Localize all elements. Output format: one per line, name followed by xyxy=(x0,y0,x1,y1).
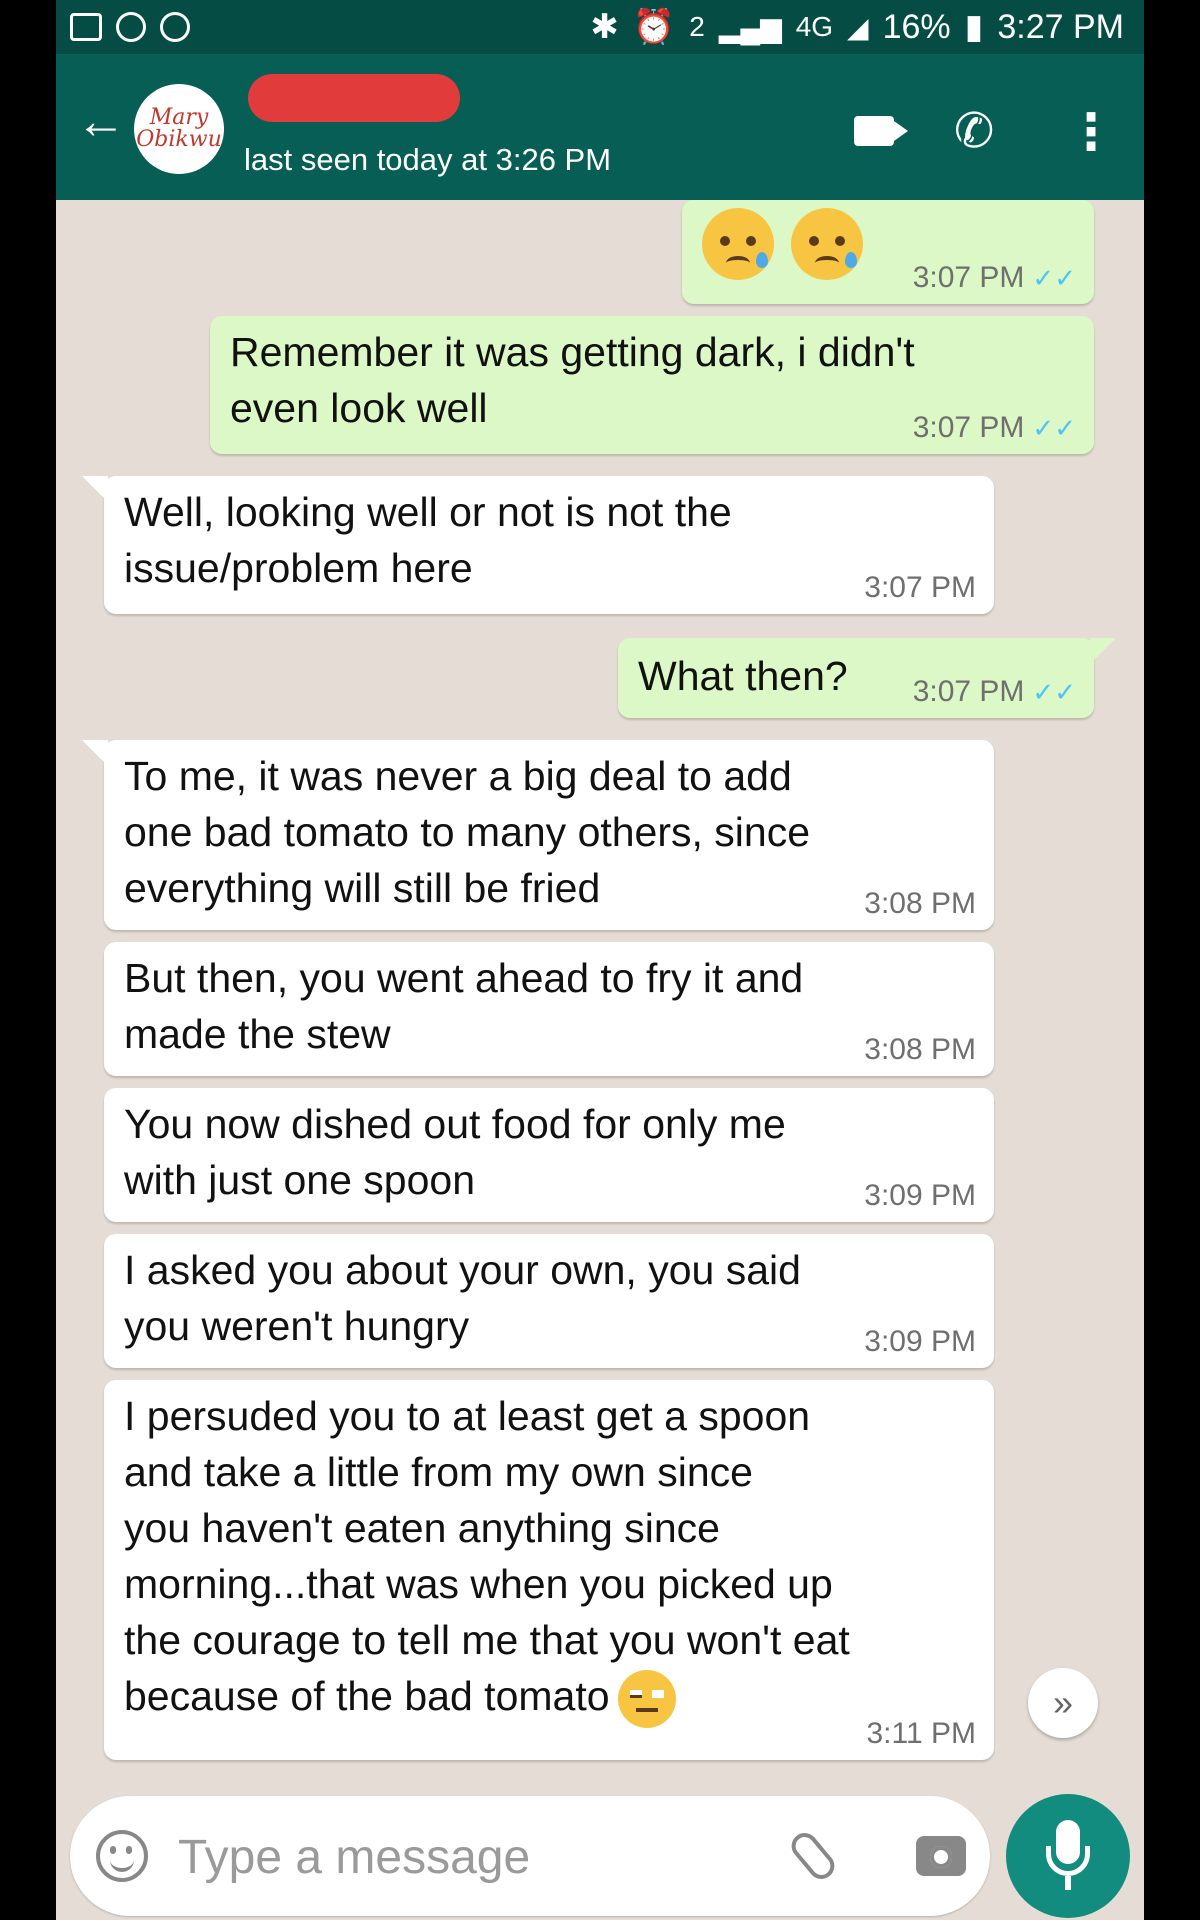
message-line: Well, looking well or not is not the xyxy=(124,489,732,535)
sad-tear-emoji xyxy=(702,208,774,280)
message-time: 3:08 PM xyxy=(864,887,976,920)
message-line: the courage to tell me that you won't ea… xyxy=(124,1617,850,1663)
sad-tear-emoji xyxy=(791,208,864,280)
message-line: made the stew xyxy=(124,1011,391,1057)
bubble-tail xyxy=(82,476,108,502)
message-time: 3:08 PM xyxy=(864,1033,976,1066)
gallery-notification-icon xyxy=(70,13,102,41)
message-time: 3:09 PM xyxy=(864,1325,976,1358)
clock: 3:27 PM xyxy=(997,7,1124,46)
message-bubble-sent[interactable]: 3:07 PM ✓✓ xyxy=(682,200,1094,304)
read-ticks-icon: ✓✓ xyxy=(1032,677,1076,707)
attach-icon[interactable] xyxy=(786,1827,840,1885)
double-chevron-down-icon: » xyxy=(1052,1682,1074,1723)
chat-header: ← Mary Obikwu last seen today at 3:26 PM… xyxy=(56,54,1144,200)
message-bubble-sent[interactable]: Remember it was getting dark, i didn't e… xyxy=(210,316,1094,454)
message-time: 3:07 PM xyxy=(912,675,1025,708)
emoji-picker-icon[interactable] xyxy=(96,1830,148,1882)
message-line: with just one spoon xyxy=(124,1157,476,1203)
unamused-emoji xyxy=(617,1670,676,1729)
signal-icon-2: ◢ xyxy=(847,11,869,43)
message-line: you haven't eaten anything since xyxy=(124,1505,720,1551)
message-bubble-received[interactable]: To me, it was never a big deal to add on… xyxy=(82,740,994,930)
more-options-icon[interactable]: ⋮ xyxy=(1066,104,1116,160)
message-line: issue/problem here xyxy=(124,545,473,591)
message-line: But then, you went ahead to fry it and xyxy=(124,955,804,1001)
message-bubble-sent[interactable]: What then? 3:07 PM ✓✓ xyxy=(618,638,1116,718)
camera-icon[interactable] xyxy=(916,1836,966,1876)
message-line: one bad tomato to many others, since xyxy=(124,809,811,855)
signal-icon: ▂▄▆ xyxy=(718,11,782,43)
message-line: You now dished out food for only me xyxy=(124,1101,786,1147)
status-bar: ✱ ⏰ 2 ▂▄▆ 4G ◢ 16% ▮ 3:27 PM xyxy=(56,0,1144,54)
back-arrow-icon[interactable]: ← xyxy=(76,96,126,146)
message-time: 3:07 PM xyxy=(864,571,976,604)
network-type: 4G xyxy=(795,11,834,42)
message-bubble-received[interactable]: But then, you went ahead to fry it and m… xyxy=(104,942,994,1076)
message-line: and take a little from my own since xyxy=(124,1449,753,1495)
message-time: 3:11 PM xyxy=(866,1717,977,1750)
bluetooth-icon: ✱ xyxy=(590,8,619,46)
chat-screen: ✱ ⏰ 2 ▂▄▆ 4G ◢ 16% ▮ 3:27 PM ← Mary Obik… xyxy=(56,0,1144,1920)
message-line: morning...that was when you picked up xyxy=(124,1561,833,1607)
voice-call-icon[interactable]: ✆ xyxy=(954,102,994,162)
read-ticks-icon: ✓✓ xyxy=(1032,413,1076,443)
avatar[interactable]: Mary Obikwu xyxy=(134,84,224,174)
message-time: 3:07 PM xyxy=(912,411,1025,444)
message-input[interactable] xyxy=(176,1824,740,1890)
scroll-to-bottom-button[interactable]: » xyxy=(1028,1668,1098,1738)
read-ticks-icon: ✓✓ xyxy=(1032,263,1076,293)
last-seen-status: last seen today at 3:26 PM xyxy=(244,142,612,177)
message-composer xyxy=(70,1796,990,1916)
whatsapp-notification-icon xyxy=(116,12,146,42)
message-line: because of the bad tomato xyxy=(124,1673,610,1719)
message-line: I asked you about your own, you said xyxy=(124,1247,801,1293)
battery-percent: 16% xyxy=(882,7,951,46)
bubble-tail xyxy=(1090,638,1116,664)
video-call-icon[interactable] xyxy=(854,116,894,146)
message-line: Remember it was getting dark, i didn't xyxy=(230,329,915,375)
message-line: you weren't hungry xyxy=(124,1303,470,1349)
message-bubble-received[interactable]: I asked you about your own, you said you… xyxy=(104,1234,994,1368)
message-line: everything will still be fried xyxy=(124,865,601,911)
battery-icon: ▮ xyxy=(964,8,984,46)
sim-indicator: 2 xyxy=(689,11,705,42)
bubble-tail xyxy=(82,740,108,766)
message-time: 3:09 PM xyxy=(864,1179,976,1212)
voice-message-button[interactable] xyxy=(1006,1794,1130,1918)
whatsapp-notification-icon-2 xyxy=(160,12,190,42)
message-line: To me, it was never a big deal to add xyxy=(124,753,792,799)
alarm-icon: ⏰ xyxy=(632,8,676,46)
message-bubble-received[interactable]: You now dished out food for only me with… xyxy=(104,1088,994,1222)
message-bubble-received[interactable]: I persuded you to at least get a spoon a… xyxy=(104,1380,994,1760)
contact-name-redacted[interactable] xyxy=(248,74,460,122)
message-line: What then? xyxy=(638,653,848,699)
message-time: 3:07 PM xyxy=(912,261,1025,294)
message-line: I persuded you to at least get a spoon xyxy=(124,1393,811,1439)
message-line: even look well xyxy=(230,385,488,431)
mic-icon xyxy=(1065,1876,1071,1890)
message-bubble-received[interactable]: Well, looking well or not is not the iss… xyxy=(82,476,994,614)
